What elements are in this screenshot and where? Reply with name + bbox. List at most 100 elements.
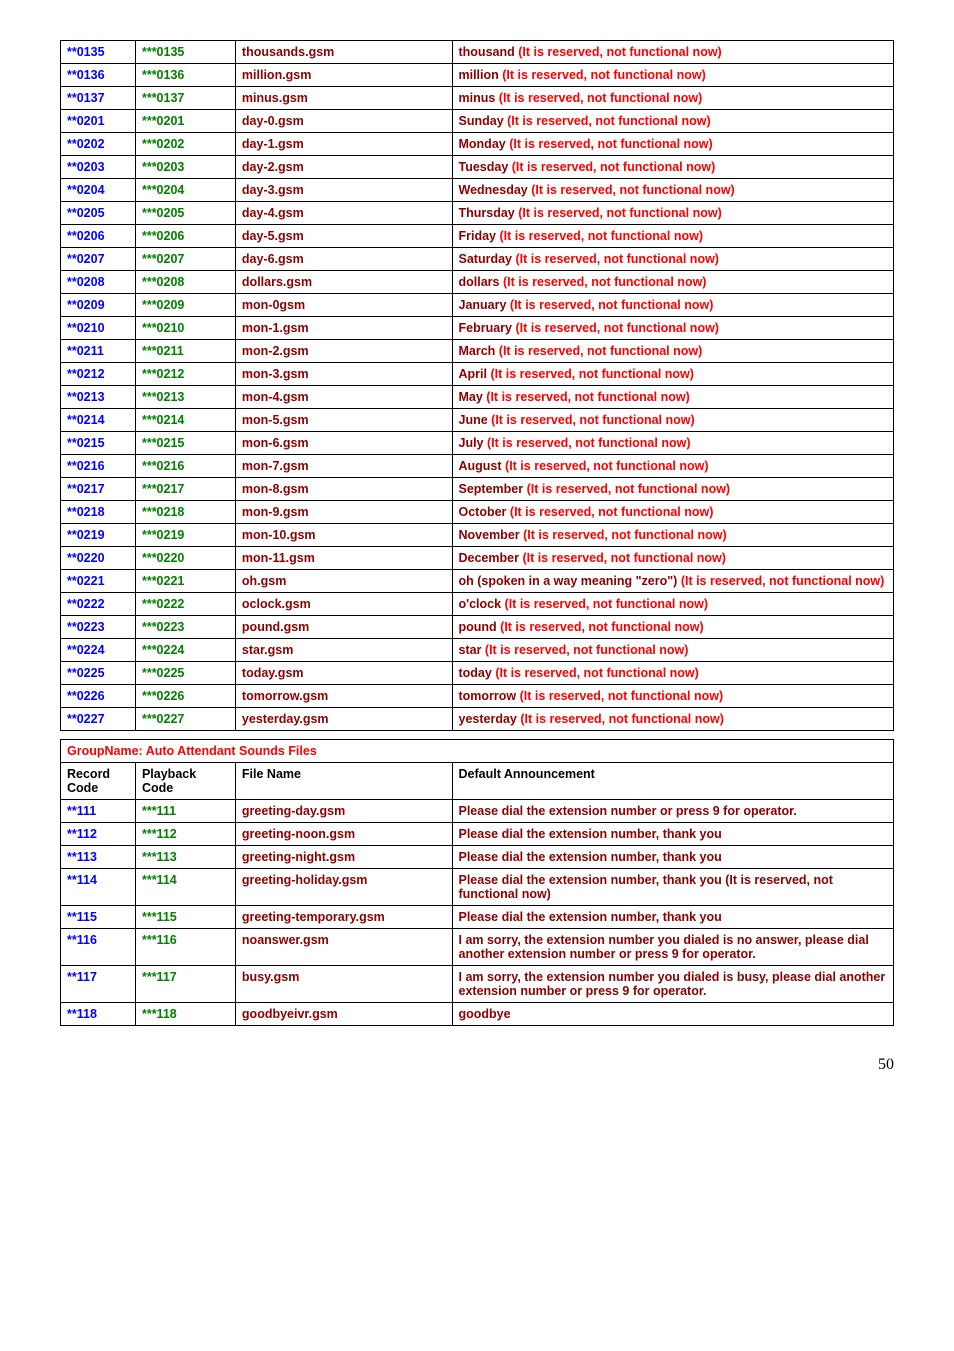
record-code: **0211 — [67, 344, 104, 358]
record-code: **0227 — [67, 712, 105, 726]
record-code: **0223 — [67, 620, 105, 634]
desc-reserved: (It is reserved, not functional now) — [507, 114, 711, 128]
record-code: **0218 — [67, 505, 105, 519]
desc-reserved: (It is reserved, not functional now) — [523, 528, 727, 542]
desc-prefix: yesterday — [459, 712, 521, 726]
table-row: **0136***0136million.gsmmillion (It is r… — [61, 64, 894, 87]
playback-code: ***0222 — [142, 597, 184, 611]
record-code: **0201 — [67, 114, 105, 128]
table-row: **0204***0204day-3.gsmWednesday (It is r… — [61, 179, 894, 202]
desc-reserved: (It is reserved, not functional now) — [499, 344, 703, 358]
file-name: mon-4.gsm — [242, 390, 309, 404]
playback-code: ***0219 — [142, 528, 184, 542]
table-row: **112***112greeting-noon.gsmPlease dial … — [61, 823, 894, 846]
table-row: **0223 ***0223 pound.gsm pound (It is reser… — [61, 616, 894, 639]
playback-code: ***0215 — [142, 436, 184, 450]
group-header: GroupName: Auto Attendant Sounds Files — [61, 740, 894, 763]
playback-code: ***0205 — [142, 206, 184, 220]
record-code: **0208 — [67, 275, 105, 289]
file-name: pound.gsm — [242, 620, 309, 634]
file-name: mon-5.gsm — [242, 413, 309, 427]
desc-prefix: July — [459, 436, 488, 450]
file-name: million.gsm — [242, 68, 311, 82]
desc-prefix: million — [459, 68, 503, 82]
table-row: **0207***0207day-6.gsmSaturday (It is re… — [61, 248, 894, 271]
desc-prefix: tomorrow — [459, 689, 520, 703]
file-name: day-5.gsm — [242, 229, 304, 243]
record-code: **0205 — [67, 206, 105, 220]
record-code: **0135 — [67, 45, 105, 59]
desc-reserved: (It is reserved, not functional now) — [512, 160, 716, 174]
desc-reserved: (It is reserved, not functional now) — [510, 298, 714, 312]
group-header-row: GroupName: Auto Attendant Sounds Files — [61, 740, 894, 763]
table-row: **0213***0213mon-4.gsmMay (It is reserve… — [61, 386, 894, 409]
playback-code: ***0223 — [142, 620, 184, 634]
desc-reserved: (It is reserved, not functional now) — [518, 45, 722, 59]
desc-reserved: (It is reserved, not functional now) — [518, 206, 722, 220]
desc-prefix: Saturday — [459, 252, 516, 266]
file-name: yesterday.gsm — [242, 712, 329, 726]
playback-code: ***0209 — [142, 298, 184, 312]
file-name: greeting-temporary.gsm — [242, 910, 385, 924]
desc-prefix: April — [459, 367, 491, 381]
desc-prefix: Tuesday — [459, 160, 512, 174]
playback-code: ***0214 — [142, 413, 184, 427]
record-code: **0212 — [67, 367, 105, 381]
record-code: **117 — [67, 970, 97, 984]
table-row: **0221***0221oh.gsmoh (spoken in a way m… — [61, 570, 894, 593]
file-name: star.gsm — [242, 643, 293, 657]
desc-prefix: minus — [459, 91, 499, 105]
file-name: mon-1.gsm — [242, 321, 309, 335]
record-code: **116 — [67, 933, 97, 947]
file-name: noanswer.gsm — [242, 933, 329, 947]
table-row: **114***114greeting-holiday.gsmPlease di… — [61, 869, 894, 906]
default-announcement: Please dial the extension number or pres… — [459, 804, 797, 818]
table-row: **0137***0137minus.gsmminus (It is reser… — [61, 87, 894, 110]
table-row: **117***117busy.gsmI am sorry, the exten… — [61, 966, 894, 1003]
record-code: **0220 — [67, 551, 105, 565]
table-row: **0211***0211mon-2.gsmMarch (It is reser… — [61, 340, 894, 363]
desc-reserved: (It is reserved, not functional now) — [485, 643, 689, 657]
table-row: **0219***0219mon-10.gsmNovember (It is r… — [61, 524, 894, 547]
default-announcement: I am sorry, the extension number you dia… — [459, 970, 886, 998]
file-name: mon-3.gsm — [242, 367, 309, 381]
record-code: **0222 — [67, 597, 105, 611]
header-record-code: Record Code — [67, 767, 110, 795]
playback-code: ***0212 — [142, 367, 184, 381]
table-row: **0227***0227yesterday.gsmyesterday (It … — [61, 708, 894, 731]
playback-code: ***0216 — [142, 459, 184, 473]
playback-code: ***0221 — [142, 574, 184, 588]
record-code: **0225 — [67, 666, 105, 680]
table-row: **115***115greeting-temporary.gsmPlease … — [61, 906, 894, 929]
sounds-table: **0135***0135thousands.gsmthousand (It i… — [60, 40, 894, 1026]
playback-code: ***116 — [142, 933, 177, 947]
record-code: **0136 — [67, 68, 105, 82]
record-code: **0137 — [67, 91, 105, 105]
table-row: **0210***0210mon-1.gsmFebruary (It is re… — [61, 317, 894, 340]
desc-reserved: (It is reserved, not functional now) — [500, 620, 704, 634]
desc-prefix: thousand — [459, 45, 519, 59]
file-name: day-6.gsm — [242, 252, 304, 266]
file-name: goodbyeivr.gsm — [242, 1007, 338, 1021]
default-announcement: goodbye — [459, 1007, 511, 1021]
playback-code: ***0208 — [142, 275, 184, 289]
playback-code: ***0202 — [142, 137, 184, 151]
desc-reserved: (It is reserved, not functional now) — [499, 91, 703, 105]
file-name: day-2.gsm — [242, 160, 304, 174]
desc-prefix: December — [459, 551, 523, 565]
record-code: **115 — [67, 910, 97, 924]
desc-prefix: October — [459, 505, 510, 519]
default-announcement: Please dial the extension number, thank … — [459, 873, 833, 901]
record-code: **0210 — [67, 321, 105, 335]
file-name: day-3.gsm — [242, 183, 304, 197]
default-announcement: Please dial the extension number, thank … — [459, 910, 722, 924]
desc-prefix: Friday — [459, 229, 500, 243]
playback-code: ***0211 — [142, 344, 184, 358]
header-playback-code: Playback Code — [142, 767, 196, 795]
desc-prefix: Monday — [459, 137, 510, 151]
file-name: greeting-night.gsm — [242, 850, 355, 864]
desc-reserved: (It is reserved, not functional now) — [486, 390, 690, 404]
table-row: **0205***0205day-4.gsmThursday (It is re… — [61, 202, 894, 225]
record-code: **0206 — [67, 229, 105, 243]
desc-prefix: pound — [459, 620, 501, 634]
